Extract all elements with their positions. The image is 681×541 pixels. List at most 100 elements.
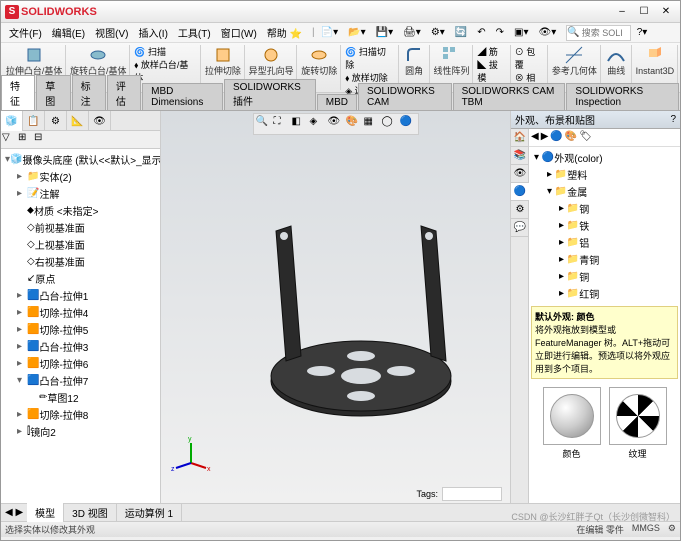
- tree-item[interactable]: ◇ 上视基准面: [3, 236, 158, 253]
- tree-item[interactable]: ↙ 原点: [3, 270, 158, 287]
- tree-item[interactable]: ▾🟦 凸台-拉伸7: [3, 372, 158, 389]
- status-units[interactable]: MMGS: [632, 523, 660, 536]
- tree-item[interactable]: ⬥ 材质 <未指定>: [3, 202, 158, 219]
- rp-tree-item[interactable]: ▸ 📁 铜: [533, 268, 676, 285]
- tree-item[interactable]: ◇ 右视基准面: [3, 253, 158, 270]
- vp-view-icon[interactable]: ◈: [310, 116, 326, 132]
- fm-tab-tree-icon[interactable]: 🧊: [1, 111, 23, 131]
- close-button[interactable]: ✕: [656, 5, 676, 19]
- menu-insert[interactable]: 插入(I): [134, 23, 171, 42]
- vp-zoom-icon[interactable]: 🔍: [256, 116, 272, 132]
- vp-section-icon[interactable]: ◧: [292, 116, 308, 132]
- tree-item[interactable]: ▸🟦 凸台-拉伸1: [3, 287, 158, 304]
- vp-edge-icon[interactable]: ▦: [364, 116, 380, 132]
- tree-item[interactable]: ▸🟧 切除-拉伸8: [3, 406, 158, 423]
- rp-ball-icon[interactable]: 🔵: [550, 131, 562, 144]
- 3d-viewport[interactable]: 🔍 ⛶ ◧ ◈ 👁 🎨 ▦ ◯ 🔵 x y z: [161, 111, 510, 503]
- swatch-color[interactable]: 颜色: [543, 387, 601, 460]
- tree-item[interactable]: ▸🟧 切除-拉伸5: [3, 321, 158, 338]
- rp-tree-item[interactable]: ▸ 📁 铝: [533, 234, 676, 251]
- fm-expand-icon[interactable]: ⊞: [18, 132, 32, 146]
- tree-item[interactable]: ▸🟧 切除-拉伸4: [3, 304, 158, 321]
- tb-rebuild-icon[interactable]: 🔄: [451, 25, 471, 40]
- orientation-triad[interactable]: x y z: [171, 433, 211, 473]
- btab-nav-icon[interactable]: ◀ ▶: [1, 507, 27, 518]
- rp-fwd-icon[interactable]: ▶: [541, 131, 549, 144]
- tb-redo-icon[interactable]: ↷: [492, 25, 508, 40]
- tree-item[interactable]: ✏ 草图12: [3, 389, 158, 406]
- menu-file[interactable]: 文件(F): [5, 23, 46, 42]
- rp-tree-item[interactable]: ▸ 📁 钢: [533, 200, 676, 217]
- tab-addins[interactable]: SOLIDWORKS 插件: [224, 79, 316, 110]
- tree-item[interactable]: ◇ 前视基准面: [3, 219, 158, 236]
- tab-swcam-tbm[interactable]: SOLIDWORKS CAM TBM: [453, 83, 566, 110]
- tab-annotate[interactable]: 标注: [72, 75, 106, 110]
- tab-inspection[interactable]: SOLIDWORKS Inspection: [566, 83, 679, 110]
- rp-tree-item[interactable]: ▸ 📁 塑料: [533, 166, 676, 183]
- rp-help-icon[interactable]: ?: [670, 114, 676, 125]
- search-input[interactable]: [580, 28, 630, 38]
- tab-features[interactable]: 特征: [1, 75, 35, 110]
- rp-tab-appearance-icon[interactable]: 🔵: [511, 183, 529, 201]
- vp-appear-icon[interactable]: 🔵: [400, 116, 416, 132]
- btab-3dview[interactable]: 3D 视图: [64, 503, 117, 522]
- rp-tree-item[interactable]: ▸ 📁 青铜: [533, 251, 676, 268]
- menu-edit[interactable]: 编辑(E): [48, 23, 89, 42]
- ribbon-draft[interactable]: ◣ 拔模: [477, 58, 506, 84]
- menu-tools[interactable]: 工具(T): [174, 23, 215, 42]
- tab-mbd[interactable]: MBD: [317, 94, 357, 110]
- search-box[interactable]: 🔍: [566, 25, 630, 41]
- tree-item[interactable]: ▸📁 实体(2): [3, 168, 158, 185]
- rp-tree-root[interactable]: ▾ 🔵 外观(color): [533, 149, 676, 166]
- tree-item[interactable]: ▸🟦 凸台-拉伸3: [3, 338, 158, 355]
- rp-tab-lib-icon[interactable]: 📚: [511, 147, 529, 165]
- swatch-texture[interactable]: 纹理: [609, 387, 667, 460]
- rp-tree-item[interactable]: ▸ 📁 红铜: [533, 285, 676, 302]
- tab-sketch[interactable]: 草图: [36, 75, 70, 110]
- tb-open-icon[interactable]: 📂▾: [344, 25, 369, 40]
- btab-model[interactable]: 模型: [27, 503, 64, 522]
- rp-tree-item[interactable]: ▸ 📁 铁: [533, 217, 676, 234]
- tab-mbd-dim[interactable]: MBD Dimensions: [142, 83, 223, 110]
- tb-print-icon[interactable]: 🖨▾: [399, 25, 425, 40]
- tree-item[interactable]: ▸⫿ 镜向2: [3, 423, 158, 440]
- tb-help-icon[interactable]: ?▾: [633, 25, 652, 40]
- fm-collapse-icon[interactable]: ⊟: [34, 132, 48, 146]
- tb-options-icon[interactable]: ⚙▾: [427, 25, 449, 40]
- tab-swcam[interactable]: SOLIDWORKS CAM: [358, 83, 452, 110]
- rp-tree-item[interactable]: ▾ 📁 金属: [533, 183, 676, 200]
- vp-display-icon[interactable]: 👁: [328, 116, 344, 132]
- fm-tab-property-icon[interactable]: 📋: [23, 111, 45, 131]
- tb-select-icon[interactable]: ▣▾: [510, 25, 532, 40]
- maximize-button[interactable]: ☐: [634, 5, 654, 19]
- menu-window[interactable]: 窗口(W): [217, 23, 261, 42]
- tb-display-icon[interactable]: 👁▾: [535, 25, 561, 40]
- tree-item[interactable]: ▸📝 注解: [3, 185, 158, 202]
- vp-fit-icon[interactable]: ⛶: [274, 116, 290, 132]
- status-gear-icon[interactable]: ⚙: [668, 523, 676, 536]
- rp-scene-icon[interactable]: 🎨: [565, 131, 577, 144]
- rp-tab-forum-icon[interactable]: 💬: [511, 219, 529, 237]
- tree-root[interactable]: ▾🧊 摄像头底座 (默认<<默认>_显示状态: [3, 151, 158, 168]
- tb-save-icon[interactable]: 💾▾: [372, 25, 397, 40]
- fm-tab-config-icon[interactable]: ⚙: [45, 111, 67, 131]
- tb-new-icon[interactable]: 📄▾: [317, 25, 342, 40]
- vp-scene-icon[interactable]: 🎨: [346, 116, 362, 132]
- tab-evaluate[interactable]: 评估: [107, 75, 141, 110]
- fm-tab-display-icon[interactable]: 👁: [89, 111, 111, 131]
- ribbon-wrap[interactable]: ⊙ 包覆: [515, 45, 544, 71]
- tags-input[interactable]: [442, 487, 502, 501]
- rp-tab-home-icon[interactable]: 🏠: [511, 129, 529, 147]
- fm-filter-icon[interactable]: ▽: [2, 132, 16, 146]
- rp-back-icon[interactable]: ◀: [531, 131, 539, 144]
- rp-tab-view-icon[interactable]: 👁: [511, 165, 529, 183]
- rp-tab-custom-icon[interactable]: ⚙: [511, 201, 529, 219]
- tree-item[interactable]: ▸🟧 切除-拉伸6: [3, 355, 158, 372]
- fm-tab-dim-icon[interactable]: 📐: [67, 111, 89, 131]
- ribbon-loft[interactable]: ⬧ 放样凸台/基体: [134, 58, 197, 84]
- btab-motion[interactable]: 运动算例 1: [117, 503, 182, 522]
- ribbon-rib[interactable]: ◢ 筋: [477, 45, 498, 58]
- ribbon-cut-sweep[interactable]: 🌀 扫描切除: [345, 45, 394, 71]
- menu-view[interactable]: 视图(V): [91, 23, 132, 42]
- menu-help[interactable]: 帮助 ⭐: [263, 23, 306, 42]
